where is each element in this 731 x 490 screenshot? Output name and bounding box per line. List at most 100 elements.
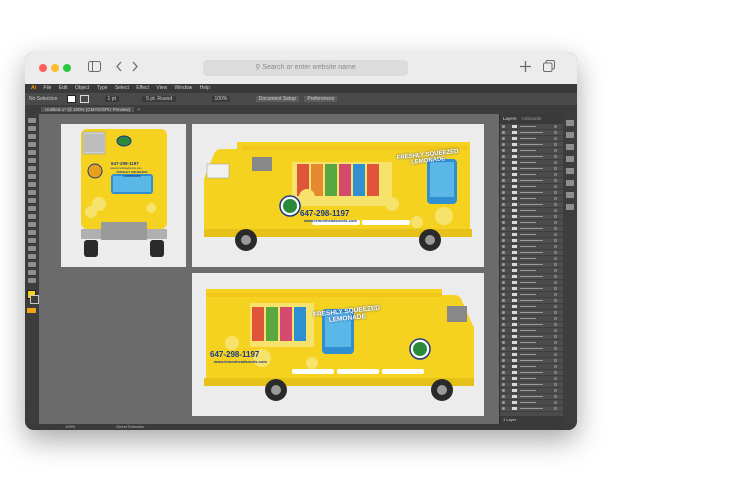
menu-item-logo[interactable]: Ai xyxy=(31,85,36,91)
visibility-eye-icon[interactable] xyxy=(502,149,505,152)
opacity-field[interactable]: 100% xyxy=(211,96,231,102)
target-circle-icon[interactable] xyxy=(554,161,557,164)
artboard-side-left[interactable]: 647-298-1197 www.lemonheadsnorts.com FRE… xyxy=(192,124,484,267)
target-circle-icon[interactable] xyxy=(554,389,557,392)
sidebar-icon[interactable] xyxy=(88,60,101,76)
eyedropper-tool-icon[interactable] xyxy=(28,246,36,251)
target-circle-icon[interactable] xyxy=(554,155,557,158)
layer-list[interactable] xyxy=(500,124,564,416)
target-circle-icon[interactable] xyxy=(554,149,557,152)
visibility-eye-icon[interactable] xyxy=(502,173,505,176)
target-circle-icon[interactable] xyxy=(554,191,557,194)
direct-selection-tool-icon[interactable] xyxy=(28,126,36,131)
properties-panel-icon[interactable] xyxy=(566,120,574,126)
rotate-tool-icon[interactable] xyxy=(28,198,36,203)
visibility-eye-icon[interactable] xyxy=(502,263,505,266)
target-circle-icon[interactable] xyxy=(554,401,557,404)
target-circle-icon[interactable] xyxy=(554,395,557,398)
menu-item-view[interactable]: View xyxy=(156,85,167,91)
pen-tool-icon[interactable] xyxy=(28,142,36,147)
width-tool-icon[interactable] xyxy=(28,214,36,219)
target-circle-icon[interactable] xyxy=(554,377,557,380)
target-circle-icon[interactable] xyxy=(554,287,557,290)
visibility-eye-icon[interactable] xyxy=(502,353,505,356)
target-circle-icon[interactable] xyxy=(554,341,557,344)
transparency-panel-icon[interactable] xyxy=(566,192,574,198)
rectangle-tool-icon[interactable] xyxy=(28,166,36,171)
target-circle-icon[interactable] xyxy=(554,209,557,212)
brushes-panel-icon[interactable] xyxy=(566,156,574,162)
visibility-eye-icon[interactable] xyxy=(502,323,505,326)
visibility-eye-icon[interactable] xyxy=(502,167,505,170)
stroke-style-dropdown[interactable]: 5 pt. Round xyxy=(142,96,177,102)
target-circle-icon[interactable] xyxy=(554,167,557,170)
target-circle-icon[interactable] xyxy=(554,251,557,254)
visibility-eye-icon[interactable] xyxy=(502,401,505,404)
visibility-eye-icon[interactable] xyxy=(502,359,505,362)
back-icon[interactable] xyxy=(115,60,123,76)
visibility-eye-icon[interactable] xyxy=(502,335,505,338)
zoom-level[interactable]: 100% xyxy=(65,424,75,429)
stroke-panel-icon[interactable] xyxy=(566,180,574,186)
visibility-eye-icon[interactable] xyxy=(502,221,505,224)
symbols-panel-icon[interactable] xyxy=(566,168,574,174)
document-setup-button[interactable]: Document Setup xyxy=(255,96,299,102)
target-circle-icon[interactable] xyxy=(554,263,557,266)
target-circle-icon[interactable] xyxy=(554,371,557,374)
visibility-eye-icon[interactable] xyxy=(502,269,505,272)
color-panel-icon[interactable] xyxy=(566,132,574,138)
menu-item-type[interactable]: Type xyxy=(97,85,108,91)
close-tab-icon[interactable]: × xyxy=(137,107,140,112)
paintbrush-tool-icon[interactable] xyxy=(28,174,36,179)
target-circle-icon[interactable] xyxy=(554,221,557,224)
visibility-eye-icon[interactable] xyxy=(502,317,505,320)
visibility-eye-icon[interactable] xyxy=(502,377,505,380)
target-circle-icon[interactable] xyxy=(554,233,557,236)
pencil-tool-icon[interactable] xyxy=(28,182,36,187)
menu-item-window[interactable]: Window xyxy=(174,85,192,91)
target-circle-icon[interactable] xyxy=(554,131,557,134)
address-bar[interactable]: ⚲ Search or enter website name xyxy=(203,60,408,76)
visibility-eye-icon[interactable] xyxy=(502,251,505,254)
visibility-eye-icon[interactable] xyxy=(502,239,505,242)
visibility-eye-icon[interactable] xyxy=(502,341,505,344)
stroke-color-swatch[interactable] xyxy=(30,295,39,304)
line-tool-icon[interactable] xyxy=(28,158,36,163)
target-circle-icon[interactable] xyxy=(554,257,557,260)
menu-item-object[interactable]: Object xyxy=(75,85,89,91)
visibility-eye-icon[interactable] xyxy=(502,365,505,368)
appearance-panel-icon[interactable] xyxy=(566,204,574,210)
visibility-eye-icon[interactable] xyxy=(502,275,505,278)
visibility-eye-icon[interactable] xyxy=(502,305,505,308)
visibility-eye-icon[interactable] xyxy=(502,395,505,398)
tab-layers[interactable]: Layers xyxy=(503,116,517,121)
target-circle-icon[interactable] xyxy=(554,185,557,188)
close-window-button[interactable] xyxy=(39,64,47,72)
stroke-swatch[interactable] xyxy=(80,94,90,103)
target-circle-icon[interactable] xyxy=(554,353,557,356)
target-circle-icon[interactable] xyxy=(554,281,557,284)
target-circle-icon[interactable] xyxy=(554,269,557,272)
visibility-eye-icon[interactable] xyxy=(502,257,505,260)
target-circle-icon[interactable] xyxy=(554,173,557,176)
tabs-overview-icon[interactable] xyxy=(543,60,555,76)
target-circle-icon[interactable] xyxy=(554,359,557,362)
target-circle-icon[interactable] xyxy=(554,317,557,320)
target-circle-icon[interactable] xyxy=(554,215,557,218)
selection-tool-icon[interactable] xyxy=(28,118,36,123)
layer-row[interactable] xyxy=(500,406,564,412)
menu-item-file[interactable]: File xyxy=(43,85,51,91)
visibility-eye-icon[interactable] xyxy=(502,299,505,302)
target-circle-icon[interactable] xyxy=(554,227,557,230)
visibility-eye-icon[interactable] xyxy=(502,227,505,230)
visibility-eye-icon[interactable] xyxy=(502,155,505,158)
menu-item-effect[interactable]: Effect xyxy=(136,85,149,91)
target-circle-icon[interactable] xyxy=(554,245,557,248)
target-circle-icon[interactable] xyxy=(554,383,557,386)
tab-artboards[interactable]: Artboards xyxy=(522,116,542,121)
magic-wand-tool-icon[interactable] xyxy=(28,134,36,139)
canvas-area[interactable]: 647-298-1197 www.lemonheadsnorts.com FRE… xyxy=(39,114,499,424)
visibility-eye-icon[interactable] xyxy=(502,329,505,332)
visibility-eye-icon[interactable] xyxy=(502,197,505,200)
visibility-eye-icon[interactable] xyxy=(502,371,505,374)
